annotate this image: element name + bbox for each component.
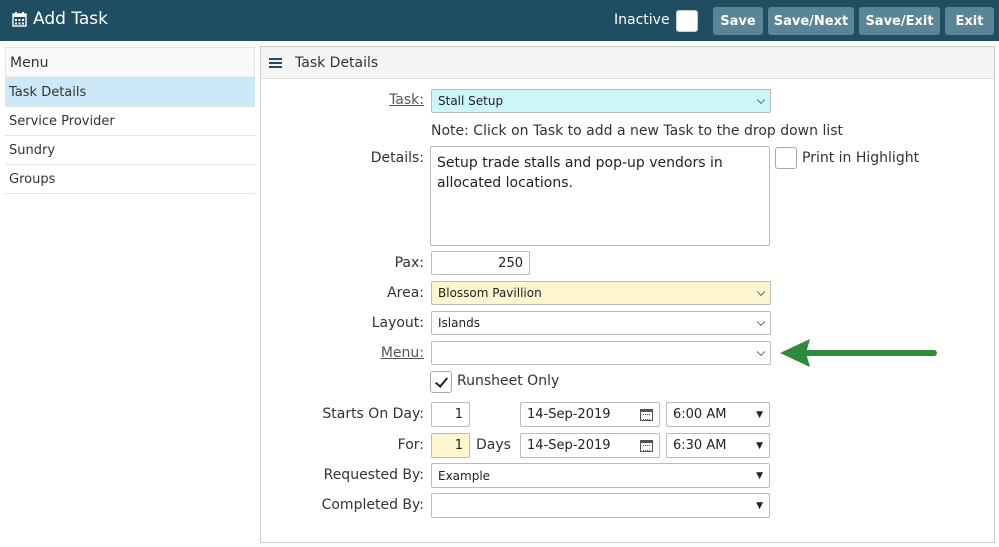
inactive-checkbox[interactable] [676,10,698,32]
green-arrow-icon [780,339,937,367]
chevron-down-icon [756,317,766,327]
for-label: For: [397,437,424,453]
save-exit-button[interactable]: Save/Exit [859,7,940,35]
for-time-value: 6:30 AM [673,438,727,453]
inactive-label: Inactive [614,12,670,28]
details-textarea[interactable]: Setup trade stalls and pop-up vendors in… [430,146,770,246]
print-in-highlight-label: Print in Highlight [802,150,920,166]
for-time-select[interactable]: 6:30 AM ▼ [666,433,770,458]
dropdown-triangle-icon: ▼ [756,470,763,481]
sidebar-title: Menu [5,47,255,78]
menu-select[interactable] [431,341,771,365]
exit-button[interactable]: Exit [945,7,994,35]
chevron-down-icon [756,347,766,357]
top-bar: Add Task Inactive Save Save/Next Save/Ex… [0,0,999,41]
requested-by-label: Requested By: [323,467,424,483]
completed-by-select[interactable]: ▼ [431,493,770,518]
for-date-value: 14-Sep-2019 [527,438,611,453]
chevron-down-icon [756,287,766,297]
starts-time-value: 6:00 AM [673,407,727,422]
task-value: Stall Setup [438,94,504,108]
starts-on-day-label: Starts On Day: [322,406,424,422]
days-label: Days [476,437,511,453]
task-note: Note: Click on Task to add a new Task to… [431,123,844,139]
calendar-icon[interactable] [640,439,653,452]
details-label: Details: [370,150,424,166]
runsheet-only-checkbox[interactable] [430,371,452,393]
calendar-icon[interactable] [640,408,653,421]
sidebar: Menu Task Details Service Provider Sundr… [5,47,255,194]
sidebar-item-sundry[interactable]: Sundry [5,136,255,165]
sidebar-item-groups[interactable]: Groups [5,165,255,194]
completed-by-label: Completed By: [321,497,424,513]
sidebar-item-task-details[interactable]: Task Details [5,78,255,107]
page-title: Add Task [12,9,108,29]
starts-time-select[interactable]: 6:00 AM ▼ [666,402,770,427]
area-value: Blossom Pavillion [438,286,542,300]
hamburger-icon[interactable] [269,56,282,70]
panel-header: Task Details [261,47,994,79]
panel-title: Task Details [295,54,379,71]
area-select[interactable]: Blossom Pavillion [431,281,771,305]
area-label: Area: [387,285,424,301]
runsheet-only-label: Runsheet Only [457,373,560,389]
starts-date-value: 14-Sep-2019 [527,407,611,422]
layout-select[interactable]: Islands [431,311,771,335]
calendar-icon [12,11,27,27]
save-next-button[interactable]: Save/Next [768,7,854,35]
requested-by-select[interactable]: Example ▼ [431,463,770,488]
starts-day-input[interactable]: 1 [431,402,470,427]
layout-value: Islands [438,316,480,330]
pax-input[interactable]: 250 [431,251,530,275]
chevron-down-icon [756,95,766,105]
menu-label[interactable]: Menu: [381,345,424,361]
print-in-highlight-checkbox[interactable] [775,147,797,169]
dropdown-triangle-icon: ▼ [756,500,763,511]
pax-label: Pax: [394,255,424,271]
dropdown-triangle-icon: ▼ [756,409,763,420]
for-days-input[interactable]: 1 [431,433,470,458]
task-select[interactable]: Stall Setup [431,89,771,113]
for-date-input[interactable]: 14-Sep-2019 [520,433,660,458]
task-label[interactable]: Task: [389,92,424,108]
save-button[interactable]: Save [713,7,763,35]
dropdown-triangle-icon: ▼ [756,440,763,451]
layout-label: Layout: [371,315,424,331]
starts-date-input[interactable]: 14-Sep-2019 [520,402,660,427]
sidebar-item-service-provider[interactable]: Service Provider [5,107,255,136]
requested-by-value: Example [438,468,491,483]
page-title-text: Add Task [33,9,109,29]
